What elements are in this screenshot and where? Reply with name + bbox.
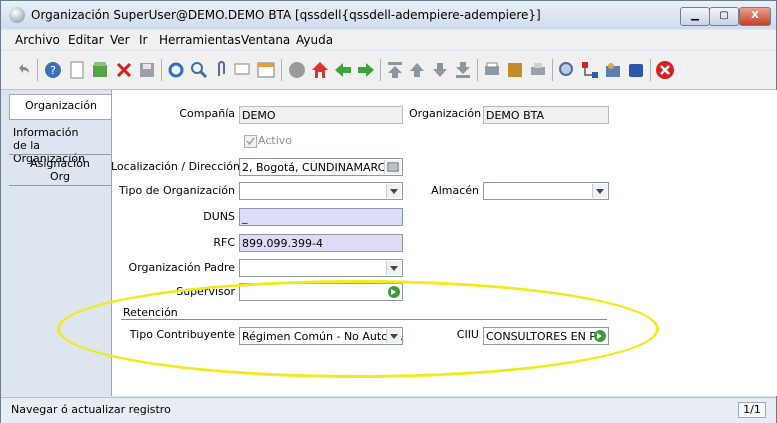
application-window: Organización SuperUser@DEMO.DEMO BTA [qs… xyxy=(0,0,777,423)
tab-informacion-organizacion[interactable]: Información de la Organización xyxy=(9,126,115,165)
copy-record-icon[interactable] xyxy=(90,60,110,80)
attachment-icon[interactable] xyxy=(211,60,231,80)
activo-checkbox[interactable] xyxy=(244,135,257,148)
exit-icon[interactable] xyxy=(655,60,675,80)
org-padre-select[interactable] xyxy=(239,259,403,277)
menu-ir[interactable]: Ir xyxy=(139,33,147,47)
minimize-button[interactable]: ▁ xyxy=(680,7,710,26)
first-record-icon[interactable] xyxy=(385,60,405,80)
chevron-down-icon[interactable] xyxy=(592,184,607,198)
duns-field[interactable]: _ xyxy=(239,208,403,226)
home-icon[interactable] xyxy=(310,60,330,80)
menu-editar[interactable]: Editar xyxy=(68,33,104,47)
tab-asignacion-label-line1: Asignación xyxy=(30,157,90,170)
report-icon[interactable] xyxy=(482,60,502,80)
organizacion-label: Organización xyxy=(409,107,482,120)
compania-field[interactable]: DEMO xyxy=(239,106,403,124)
grid-toggle-icon[interactable] xyxy=(256,60,276,80)
activo-label: Activo xyxy=(258,134,292,147)
tab-asignacion-label-line2: Org xyxy=(50,170,70,183)
product-info-icon[interactable] xyxy=(626,60,646,80)
last-record-icon[interactable] xyxy=(453,60,473,80)
rfc-field[interactable]: 899.099.399-4 xyxy=(239,234,403,252)
back-icon[interactable] xyxy=(333,60,353,80)
chat-icon[interactable] xyxy=(233,60,253,80)
new-record-icon[interactable] xyxy=(67,60,87,80)
print-icon[interactable] xyxy=(528,60,548,80)
tab-informacion-label-line1: Información xyxy=(13,126,79,139)
zoom-across-icon[interactable] xyxy=(557,60,577,80)
tipo-org-select[interactable] xyxy=(239,182,403,200)
app-icon xyxy=(9,7,25,23)
tipo-org-label: Tipo de Organización xyxy=(119,184,235,197)
delete-icon[interactable] xyxy=(114,60,134,80)
menu-herramientas[interactable]: Herramientas xyxy=(159,33,241,47)
status-bar: Navegar ó actualizar registro 1/1 xyxy=(1,397,776,423)
location-editor-icon[interactable] xyxy=(384,160,401,174)
undo-icon[interactable] xyxy=(13,60,33,80)
menu-ventana[interactable]: Ventana xyxy=(241,33,290,47)
help-icon[interactable]: ? xyxy=(43,60,63,80)
find-icon[interactable] xyxy=(189,60,209,80)
toolbar: ? xyxy=(1,51,776,90)
request-icon[interactable] xyxy=(603,60,623,80)
localizacion-value: 2, Bogotá, CUNDINAMARCA xyxy=(242,161,393,174)
maximize-button[interactable]: ▢ xyxy=(709,7,739,26)
compania-label: Compañía xyxy=(179,107,235,120)
localizacion-label: Localización / Dirección xyxy=(111,160,241,173)
workflow-icon[interactable] xyxy=(580,60,600,80)
almacen-label: Almacén xyxy=(431,184,479,197)
menu-ayuda[interactable]: Ayuda xyxy=(296,33,333,47)
organizacion-field[interactable]: DEMO BTA xyxy=(483,106,609,124)
window-title: Organización SuperUser@DEMO.DEMO BTA [qs… xyxy=(31,8,541,22)
chevron-down-icon[interactable] xyxy=(386,184,401,198)
record-count[interactable]: 1/1 xyxy=(738,402,766,418)
refresh-icon[interactable] xyxy=(166,60,186,80)
rfc-label: RFC xyxy=(213,236,235,249)
highlight-ellipse xyxy=(57,280,659,378)
chevron-down-icon[interactable] xyxy=(386,261,401,275)
menu-ver[interactable]: Ver xyxy=(110,33,130,47)
almacen-select[interactable] xyxy=(483,182,609,200)
save-icon[interactable] xyxy=(137,60,157,80)
svg-text:?: ? xyxy=(50,64,56,77)
forward-icon[interactable] xyxy=(356,60,376,80)
history-icon[interactable] xyxy=(287,60,307,80)
tab-organizacion-label: Organización xyxy=(24,99,98,112)
menu-bar: Archivo Editar Ver Ir Herramientas Venta… xyxy=(1,30,776,50)
status-message: Navegar ó actualizar registro xyxy=(11,403,171,416)
tab-organizacion[interactable]: Organización xyxy=(9,94,112,120)
menu-archivo[interactable]: Archivo xyxy=(15,33,60,47)
title-bar: Organización SuperUser@DEMO.DEMO BTA [qs… xyxy=(1,1,776,29)
next-record-icon[interactable] xyxy=(430,60,450,80)
archive-icon[interactable] xyxy=(505,60,525,80)
localizacion-field[interactable]: 2, Bogotá, CUNDINAMARCA xyxy=(239,158,403,176)
close-button[interactable]: X xyxy=(739,7,771,26)
tab-asignacion-org[interactable]: Asignación Org xyxy=(9,157,111,185)
duns-label: DUNS xyxy=(203,210,235,223)
previous-record-icon[interactable] xyxy=(407,60,427,80)
org-padre-label: Organización Padre xyxy=(128,261,235,274)
